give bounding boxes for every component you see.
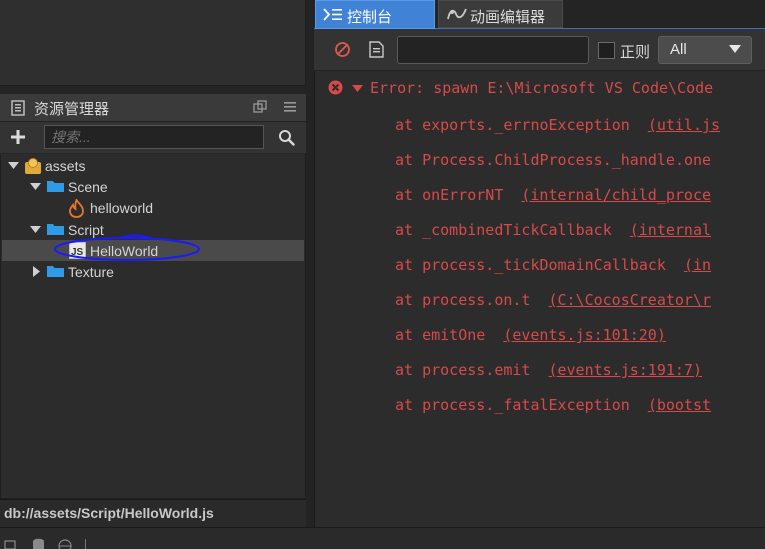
folder-icon (47, 179, 64, 193)
panel-splitter[interactable] (306, 0, 314, 527)
scene-fire-icon (68, 199, 85, 218)
assets-panel-icon (10, 100, 26, 116)
stack-line: at exports._errnoException (util.js (395, 116, 721, 134)
stack-source-link[interactable]: (internal/child_proce (521, 186, 711, 204)
chevron-right-icon[interactable] (32, 266, 41, 277)
add-asset-button[interactable] (10, 129, 26, 145)
stack-line: at process.emit (events.js:191:7) (395, 361, 702, 379)
bottom-status-strip (0, 527, 765, 549)
tree-item-scene[interactable]: Scene (68, 177, 108, 198)
dropdown-arrow-icon (729, 44, 741, 54)
animation-icon (447, 7, 467, 21)
open-log-file-icon[interactable] (369, 41, 384, 58)
chevron-down-icon[interactable] (30, 225, 41, 234)
tree-item-texture[interactable]: Texture (68, 262, 114, 283)
divider (85, 539, 86, 549)
stack-line: at onErrorNT (internal/child_proce (395, 186, 712, 204)
stack-source-link[interactable]: (C:\CocosCreator\r (548, 291, 711, 309)
assets-panel (0, 94, 306, 499)
error-icon (328, 80, 343, 95)
assets-db-icon (24, 157, 42, 175)
stack-source-link[interactable]: (events.js:191:7) (548, 361, 702, 379)
tree-item-helloworld-scene[interactable]: helloworld (90, 198, 153, 219)
stack-line: at emitOne (events.js:101:20) (395, 326, 666, 344)
panel-gap (0, 86, 306, 94)
scene-panel-empty-area (0, 0, 306, 86)
chevron-down-icon[interactable] (8, 161, 19, 170)
asset-path-text: db://assets/Script/HelloWorld.js (4, 505, 214, 521)
collapse-error-icon[interactable] (352, 84, 363, 93)
log-level-value: All (670, 41, 687, 58)
network-icon[interactable] (58, 539, 72, 549)
stack-line: at process._fatalException (bootst (395, 396, 712, 414)
tab-console-label: 控制台 (347, 9, 393, 26)
stack-line: at Process.ChildProcess._handle.one (395, 151, 712, 169)
stack-source-link[interactable]: (in (684, 256, 711, 274)
tree-item-assets[interactable]: assets (45, 156, 85, 177)
assets-panel-title: 资源管理器 (34, 101, 110, 118)
panel-menu-icon[interactable] (283, 100, 297, 114)
regex-checkbox[interactable] (598, 42, 615, 59)
error-message: Error: spawn E:\Microsoft VS Code\Code (370, 79, 714, 97)
console-log: Error: spawn E:\Microsoft VS Code\Code a… (315, 72, 765, 520)
chevron-down-icon[interactable] (30, 182, 41, 191)
stack-line: at _combinedTickCallback (internal (395, 221, 712, 239)
console-filter-input[interactable] (397, 36, 589, 64)
stack-source-link[interactable]: (bootst (648, 396, 711, 414)
stack-line: at process._tickDomainCallback (in (395, 256, 712, 274)
console-icon (323, 7, 343, 22)
popout-icon[interactable] (253, 100, 267, 114)
annotation-ellipse (52, 232, 202, 262)
search-icon[interactable] (278, 129, 295, 146)
tab-animation-editor-label: 动画编辑器 (470, 9, 546, 26)
search-input[interactable] (44, 125, 264, 149)
regex-label: 正则 (620, 44, 651, 61)
database-icon[interactable] (32, 538, 45, 549)
folder-icon (47, 264, 64, 278)
stack-source-link[interactable]: (util.js (648, 116, 720, 134)
stack-source-link[interactable]: (internal (630, 221, 711, 239)
layout-icon[interactable] (4, 540, 16, 549)
clear-console-icon[interactable] (334, 41, 351, 58)
stack-source-link[interactable]: (events.js:101:20) (503, 326, 666, 344)
stack-line: at process.on.t (C:\CocosCreator\r (395, 291, 712, 309)
